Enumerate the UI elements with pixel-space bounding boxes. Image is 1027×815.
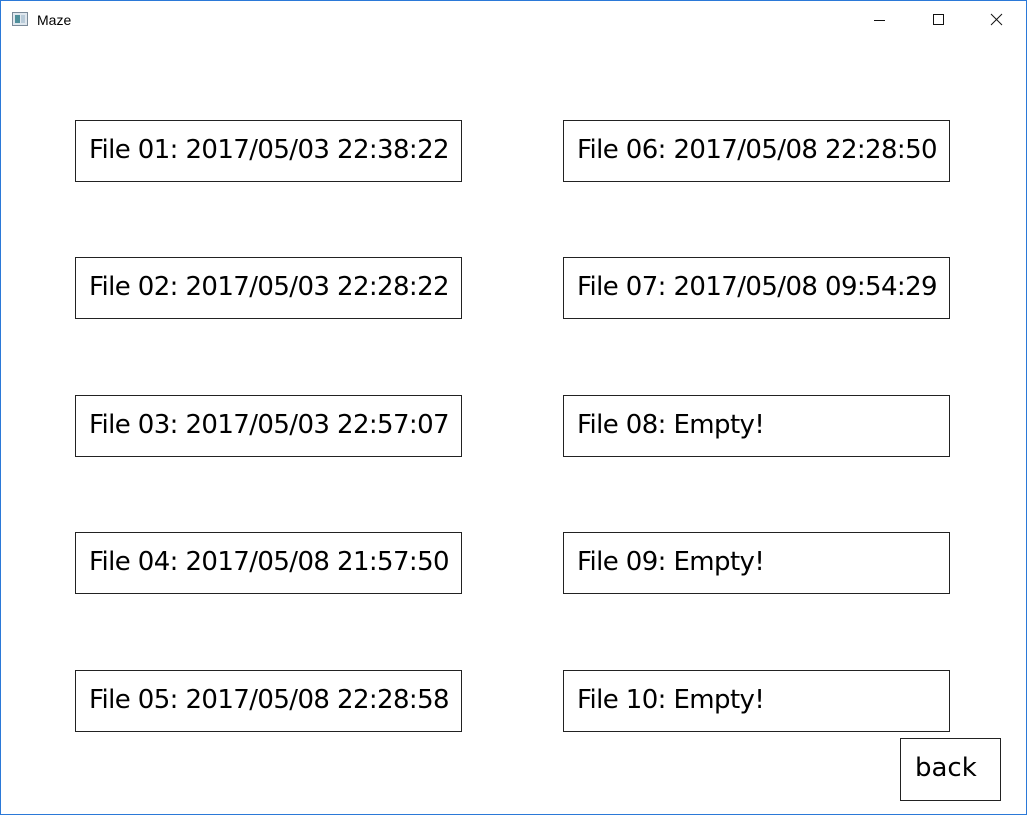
- close-button[interactable]: [967, 1, 1025, 39]
- back-button[interactable]: back: [900, 738, 1001, 801]
- window-icon: [12, 12, 28, 26]
- minimize-icon: [874, 20, 885, 21]
- maze-window: Maze File 01: 2017/05/03 22:38:22 File 0…: [0, 0, 1027, 815]
- save-slot-10[interactable]: File 10: Empty!: [563, 670, 950, 732]
- minimize-button[interactable]: [851, 1, 909, 39]
- save-slot-08[interactable]: File 08: Empty!: [563, 395, 950, 457]
- save-slot-label: File 02: 2017/05/03 22:28:22: [89, 272, 450, 302]
- save-slot-label: File 10: Empty!: [577, 685, 765, 715]
- save-slot-label: File 04: 2017/05/08 21:57:50: [89, 547, 450, 577]
- save-slot-label: File 08: Empty!: [577, 410, 765, 440]
- close-icon: [990, 13, 1003, 26]
- save-slot-06[interactable]: File 06: 2017/05/08 22:28:50: [563, 120, 950, 182]
- title-bar[interactable]: Maze: [1, 1, 1026, 39]
- save-slot-label: File 09: Empty!: [577, 547, 765, 577]
- save-slot-05[interactable]: File 05: 2017/05/08 22:28:58: [75, 670, 462, 732]
- save-slot-label: File 06: 2017/05/08 22:28:50: [577, 135, 938, 165]
- save-slot-label: File 05: 2017/05/08 22:28:58: [89, 685, 450, 715]
- maximize-button[interactable]: [909, 1, 967, 39]
- maximize-icon: [933, 14, 944, 25]
- window-title: Maze: [37, 12, 72, 28]
- save-slot-01[interactable]: File 01: 2017/05/03 22:38:22: [75, 120, 462, 182]
- save-slot-label: File 07: 2017/05/08 09:54:29: [577, 272, 938, 302]
- save-slot-09[interactable]: File 09: Empty!: [563, 532, 950, 594]
- save-slot-03[interactable]: File 03: 2017/05/03 22:57:07: [75, 395, 462, 457]
- save-slot-04[interactable]: File 04: 2017/05/08 21:57:50: [75, 532, 462, 594]
- save-slot-label: File 03: 2017/05/03 22:57:07: [89, 410, 450, 440]
- save-slot-07[interactable]: File 07: 2017/05/08 09:54:29: [563, 257, 950, 319]
- save-slot-label: File 01: 2017/05/03 22:38:22: [89, 135, 450, 165]
- back-button-label: back: [915, 753, 977, 783]
- save-slot-02[interactable]: File 02: 2017/05/03 22:28:22: [75, 257, 462, 319]
